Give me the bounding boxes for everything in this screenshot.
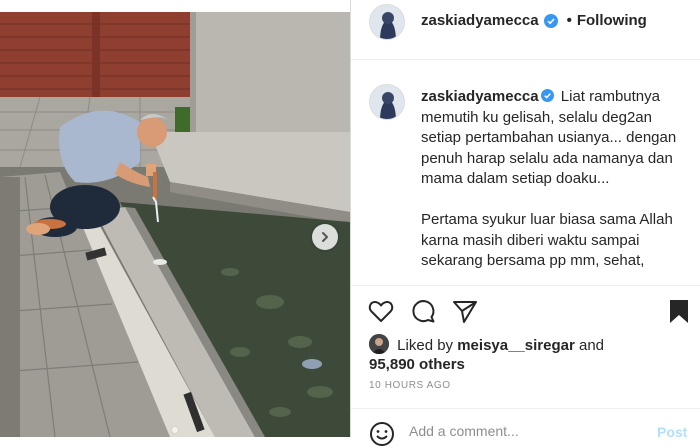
action-bar (351, 286, 700, 336)
liked-by-label: Liked by (397, 337, 454, 354)
post-photo-illustration (0, 12, 350, 437)
likes-summary: Liked by meisya__siregar and 95,890 othe… (369, 334, 689, 374)
post-photo[interactable] (0, 12, 350, 437)
comment-icon[interactable] (409, 297, 437, 325)
avatar-image (369, 334, 389, 354)
liker-username[interactable]: meisya__siregar (457, 337, 575, 354)
avatar-image (370, 5, 404, 39)
header-user-row: zaskiadyamecca • Following (421, 12, 647, 29)
post-detail-panel: zaskiadyamecca • Following zaskiadyamecc… (350, 0, 700, 446)
caption-area: zaskiadyamecca Liat rambutnya memutih ku… (351, 60, 700, 286)
caption-username[interactable]: zaskiadyamecca (421, 88, 539, 105)
header-username[interactable]: zaskiadyamecca (421, 12, 539, 29)
liker-avatar[interactable] (369, 334, 389, 354)
caption-paragraph-2: Pertama syukur luar biasa sama Allah kar… (421, 210, 673, 270)
comment-bar: Post (351, 408, 700, 448)
following-button[interactable]: Following (577, 12, 647, 29)
post-comment-button[interactable]: Post (657, 424, 687, 440)
avatar-image (370, 85, 404, 119)
heart-icon[interactable] (367, 297, 395, 325)
verified-icon (543, 13, 558, 28)
post-header: zaskiadyamecca • Following (351, 0, 700, 60)
likes-conjunction: and (578, 337, 605, 354)
header-avatar[interactable] (369, 4, 405, 40)
likes-others-count[interactable]: 95,890 others (369, 356, 465, 373)
chevron-right-icon (322, 232, 328, 242)
verified-icon (540, 89, 554, 102)
caption-text: zaskiadyamecca Liat rambutnya memutih ku… (421, 87, 687, 285)
separator-dot: • (566, 12, 572, 29)
post-timestamp[interactable]: 10 HOURS AGO (369, 380, 451, 391)
share-icon[interactable] (451, 297, 479, 325)
next-photo-button[interactable] (312, 224, 338, 250)
caption-paragraph-1: zaskiadyamecca Liat rambutnya memutih ku… (421, 87, 687, 190)
bookmark-icon[interactable] (665, 297, 693, 325)
caption-avatar[interactable] (369, 84, 405, 120)
emoji-icon[interactable] (369, 421, 395, 447)
